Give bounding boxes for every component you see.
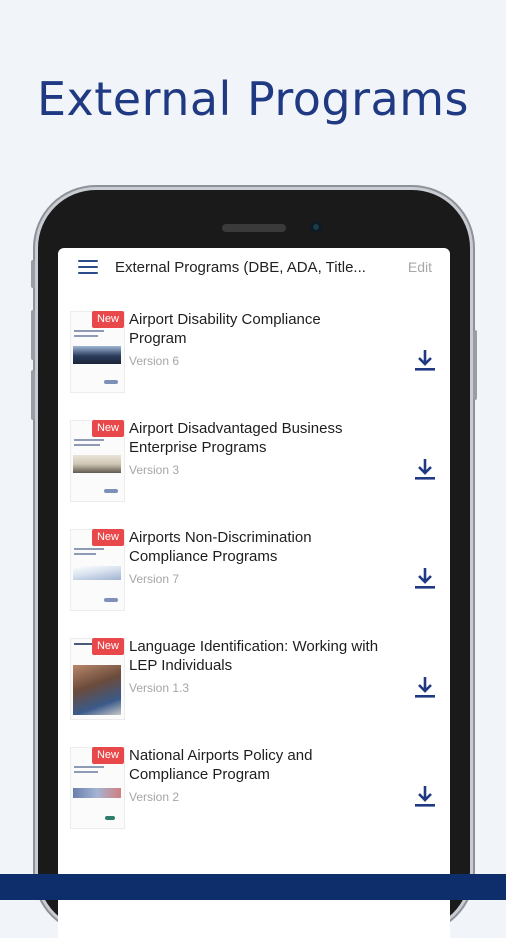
new-badge: New: [92, 311, 124, 328]
list-item[interactable]: New Airports Non-Discrimination Complian…: [58, 521, 450, 630]
phone-volume-down: [31, 370, 35, 420]
program-title: Airports Non-Discrimination Compliance P…: [129, 529, 312, 565]
app-screen: External Programs (DBE, ADA, Title... Ed…: [58, 248, 450, 938]
download-icon[interactable]: [414, 348, 436, 372]
download-icon[interactable]: [414, 566, 436, 590]
program-title: Airport Disability Compliance Program: [129, 311, 321, 347]
list-item[interactable]: New Language Identification: Working wit…: [58, 630, 450, 739]
phone-side-button: [31, 260, 35, 288]
download-icon[interactable]: [414, 784, 436, 808]
list-item[interactable]: New Airport Disability Compliance Progra…: [58, 303, 450, 412]
download-icon[interactable]: [414, 675, 436, 699]
phone-camera: [310, 221, 322, 233]
phone-power-button: [473, 330, 477, 400]
bottom-bar: [0, 874, 506, 900]
list-item[interactable]: New National Airports Policy and Complia…: [58, 739, 450, 848]
program-title: Language Identification: Working with LE…: [129, 638, 379, 674]
phone-speaker: [222, 224, 286, 232]
hamburger-menu-icon[interactable]: [78, 260, 98, 274]
new-badge: New: [92, 420, 124, 437]
new-badge: New: [92, 529, 124, 546]
phone-frame: External Programs (DBE, ADA, Title... Ed…: [31, 190, 477, 938]
phone-volume-up: [31, 310, 35, 360]
program-list: New Airport Disability Compliance Progra…: [58, 303, 450, 848]
app-title: External Programs (DBE, ADA, Title...: [115, 259, 366, 276]
download-icon[interactable]: [414, 457, 436, 481]
program-version: Version 1.3: [129, 681, 190, 695]
app-bar: External Programs (DBE, ADA, Title... Ed…: [58, 248, 450, 288]
program-version: Version 2: [129, 790, 180, 804]
program-title: Airport Disadvantaged Business Enterpris…: [129, 420, 343, 456]
new-badge: New: [92, 747, 124, 764]
page-headline: External Programs: [36, 72, 470, 126]
list-item[interactable]: New Airport Disadvantaged Business Enter…: [58, 412, 450, 521]
program-version: Version 3: [129, 463, 180, 477]
program-title: National Airports Policy and Compliance …: [129, 747, 313, 783]
edit-button[interactable]: Edit: [408, 259, 432, 275]
new-badge: New: [92, 638, 124, 655]
program-version: Version 7: [129, 572, 180, 586]
program-version: Version 6: [129, 354, 180, 368]
